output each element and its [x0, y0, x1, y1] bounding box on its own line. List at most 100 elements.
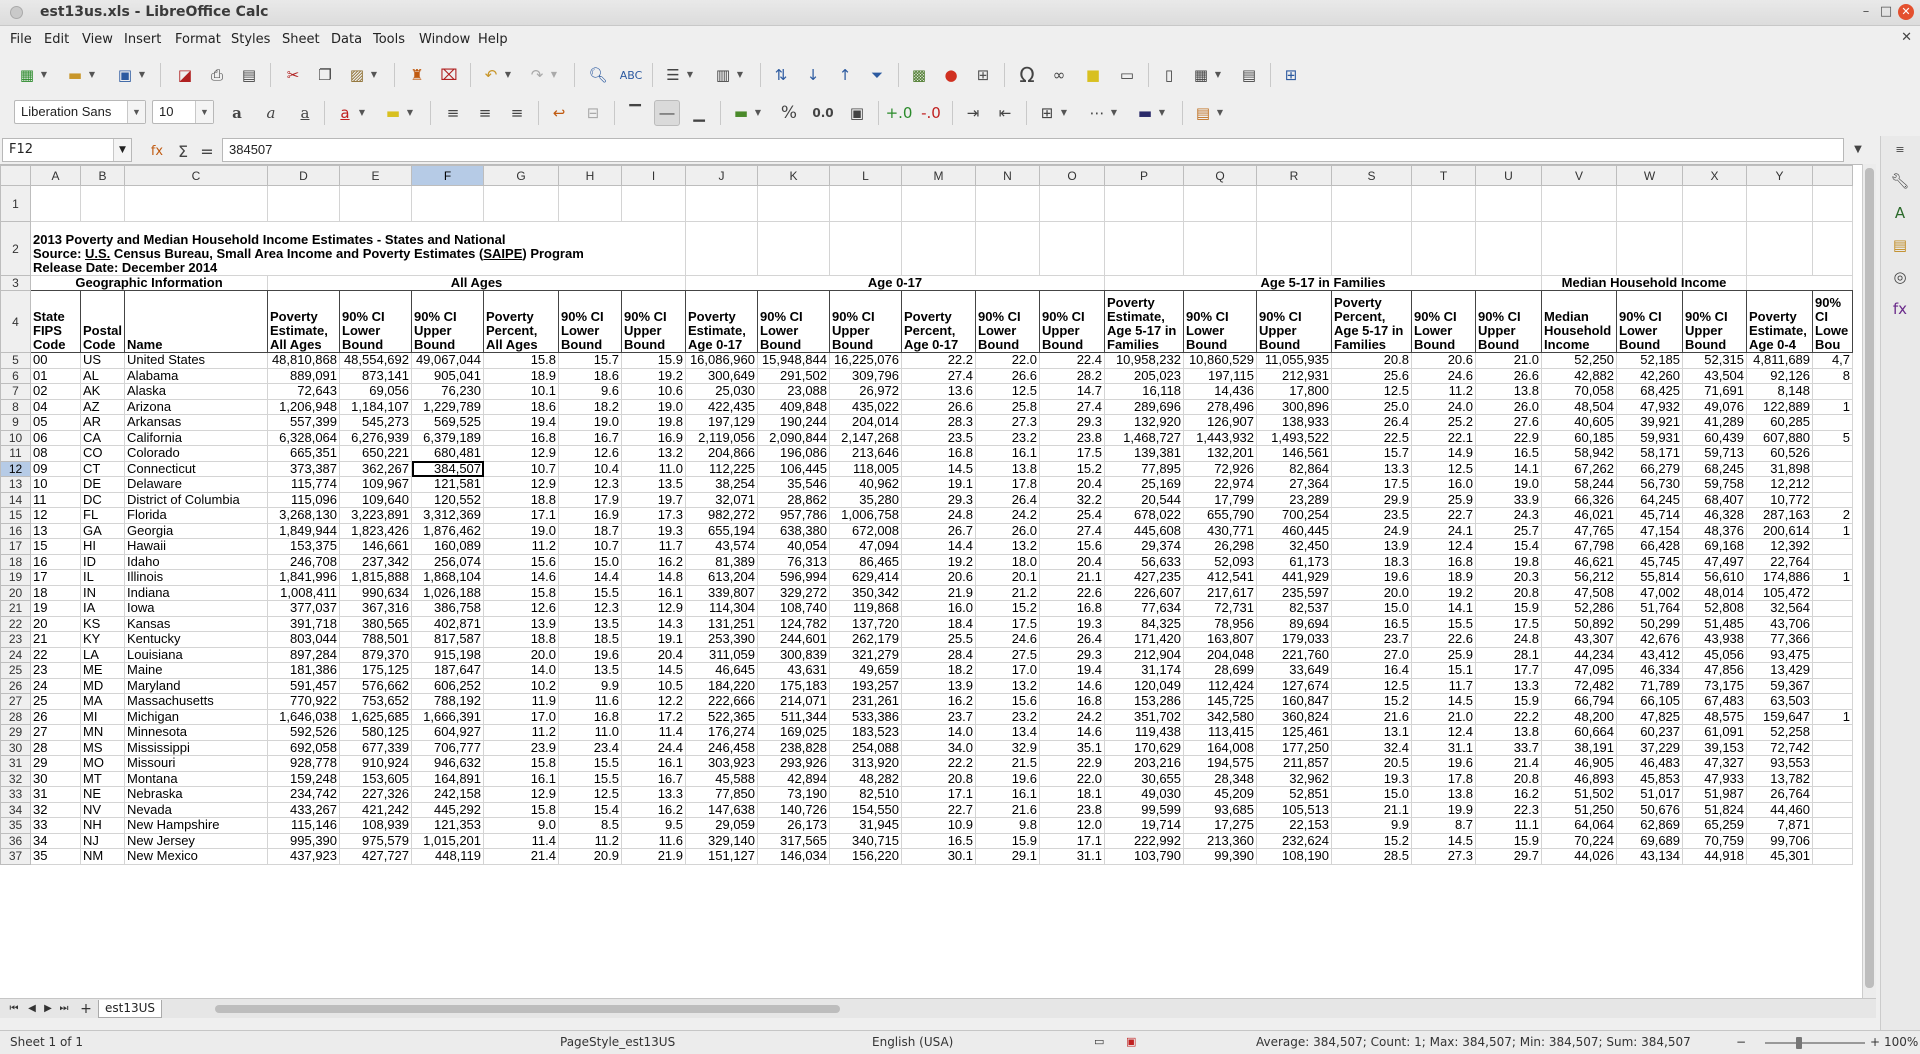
define-print-area-icon[interactable]: ▯ — [1156, 62, 1182, 88]
cell[interactable]: 59,367 — [1746, 677, 1814, 694]
cell[interactable]: 20.5 — [1331, 755, 1413, 772]
row-header[interactable]: 3 — [0, 275, 31, 291]
cell[interactable]: 52,315 — [1682, 352, 1748, 369]
cell[interactable]: 159,647 — [1746, 708, 1814, 725]
comment-icon[interactable]: ■ — [1080, 62, 1106, 88]
cell[interactable]: 19.3 — [621, 522, 687, 539]
cell[interactable]: 24.8 — [901, 507, 977, 524]
cell[interactable]: 63,503 — [1746, 693, 1814, 710]
cell[interactable] — [1475, 221, 1543, 276]
cell[interactable]: 112,424 — [1183, 677, 1258, 694]
cell[interactable]: 1,229,789 — [411, 398, 485, 415]
cell[interactable]: HI — [79, 538, 126, 555]
cell[interactable]: 12 — [30, 507, 81, 524]
cell[interactable]: 82,864 — [1256, 460, 1333, 477]
hyperlink-icon[interactable]: ∞ — [1046, 62, 1072, 88]
menu-edit[interactable]: Edit — [44, 32, 69, 47]
cell[interactable]: 650,221 — [339, 445, 413, 462]
cell[interactable]: 51,987 — [1682, 786, 1748, 803]
cell[interactable] — [1812, 631, 1854, 648]
name-box[interactable]: F12 ▼ — [2, 138, 132, 162]
cell[interactable]: 52,808 — [1682, 600, 1748, 617]
cell[interactable]: 60,664 — [1541, 724, 1618, 741]
cell[interactable]: 58,171 — [1616, 445, 1684, 462]
cell[interactable]: 19.2 — [621, 367, 687, 384]
cell[interactable]: 26.0 — [1475, 398, 1543, 415]
spelling-icon[interactable]: ABC — [618, 62, 644, 88]
cell[interactable]: 61,091 — [1682, 724, 1748, 741]
cell[interactable]: Missouri — [124, 755, 269, 772]
column-label[interactable]: 90% CI Upper Bound — [1256, 290, 1333, 353]
cell[interactable]: 17.8 — [975, 476, 1041, 493]
cell[interactable]: 06 — [30, 429, 81, 446]
cell[interactable]: 16.5 — [1331, 615, 1413, 632]
cell[interactable]: 12,212 — [1746, 476, 1814, 493]
cell[interactable] — [685, 221, 759, 276]
cell[interactable]: 33.9 — [1475, 491, 1543, 508]
cell[interactable]: 8.5 — [558, 817, 623, 834]
cell[interactable]: 171,420 — [1104, 631, 1185, 648]
cell[interactable] — [1812, 445, 1854, 462]
cell[interactable]: 2,090,844 — [757, 429, 831, 446]
cell[interactable]: 177,250 — [1256, 739, 1333, 756]
cell[interactable]: 9.0 — [483, 817, 560, 834]
cell[interactable]: 19,714 — [1104, 817, 1185, 834]
cell[interactable]: Indiana — [124, 584, 269, 601]
special-character-icon[interactable]: Ω — [1014, 62, 1040, 88]
cell[interactable]: Connecticut — [124, 460, 269, 477]
vertical-scroll-thumb[interactable] — [1865, 168, 1874, 988]
cell[interactable]: 16.1 — [975, 445, 1041, 462]
column-label[interactable]: Poverty Estimate, Age 0-17 — [685, 290, 759, 353]
cell[interactable]: 82,537 — [1256, 600, 1333, 617]
cell[interactable]: 59,713 — [1682, 445, 1748, 462]
cell[interactable]: 596,994 — [757, 569, 831, 586]
cell[interactable]: 6,276,939 — [339, 429, 413, 446]
cell[interactable]: 29.3 — [901, 491, 977, 508]
cell[interactable]: 386,758 — [411, 600, 485, 617]
cell[interactable]: 12.0 — [1039, 817, 1106, 834]
cell[interactable]: 42,676 — [1616, 631, 1684, 648]
export-pdf-icon[interactable]: ◪ — [172, 62, 198, 88]
cell[interactable]: 131,251 — [685, 615, 759, 632]
cell[interactable]: 29.1 — [975, 848, 1041, 865]
cell[interactable]: 4,811,689 — [1746, 352, 1814, 369]
cell[interactable]: 303,923 — [685, 755, 759, 772]
cell[interactable]: 22.1 — [1411, 429, 1477, 446]
cell[interactable]: 184,220 — [685, 677, 759, 694]
cell[interactable] — [1256, 185, 1333, 222]
cell[interactable]: 23.2 — [975, 708, 1041, 725]
cell[interactable]: 8,148 — [1746, 383, 1814, 400]
cell[interactable]: 23.5 — [1331, 507, 1413, 524]
cell[interactable]: 278,496 — [1183, 398, 1258, 415]
cell[interactable]: 15.5 — [558, 770, 623, 787]
cell[interactable]: 08 — [30, 445, 81, 462]
cell[interactable]: 15.6 — [1039, 538, 1106, 555]
cell[interactable]: 13,429 — [1746, 662, 1814, 679]
cell[interactable]: 103,790 — [1104, 848, 1185, 865]
cell[interactable]: 23,289 — [1256, 491, 1333, 508]
cell[interactable]: 21 — [30, 631, 81, 648]
cell[interactable]: 156,220 — [829, 848, 903, 865]
cell[interactable]: 20,544 — [1104, 491, 1185, 508]
cell[interactable]: 339,807 — [685, 584, 759, 601]
row-header[interactable]: 24 — [0, 646, 31, 663]
cell[interactable]: 427,727 — [339, 848, 413, 865]
cell[interactable]: 13.1 — [1331, 724, 1413, 741]
cell[interactable]: 15.0 — [558, 553, 623, 570]
cell[interactable]: 25.0 — [1331, 398, 1413, 415]
row-header[interactable]: 2 — [0, 221, 31, 276]
cell[interactable]: 17,799 — [1183, 491, 1258, 508]
cell[interactable]: 49,067,044 — [411, 352, 485, 369]
cell[interactable] — [1812, 414, 1854, 431]
cell[interactable]: 35,280 — [829, 491, 903, 508]
cell[interactable]: 511,344 — [757, 708, 831, 725]
cell[interactable]: Illinois — [124, 569, 269, 586]
cell[interactable]: 16.8 — [1411, 553, 1477, 570]
cell[interactable]: 25.5 — [901, 631, 977, 648]
cell[interactable]: 421,242 — [339, 801, 413, 818]
group-all-ages[interactable]: All Ages — [267, 275, 687, 291]
column-header-a[interactable]: A — [30, 165, 81, 186]
cell[interactable]: 14.0 — [483, 662, 560, 679]
cell[interactable]: 22,764 — [1746, 553, 1814, 570]
cell[interactable]: 204,866 — [685, 445, 759, 462]
